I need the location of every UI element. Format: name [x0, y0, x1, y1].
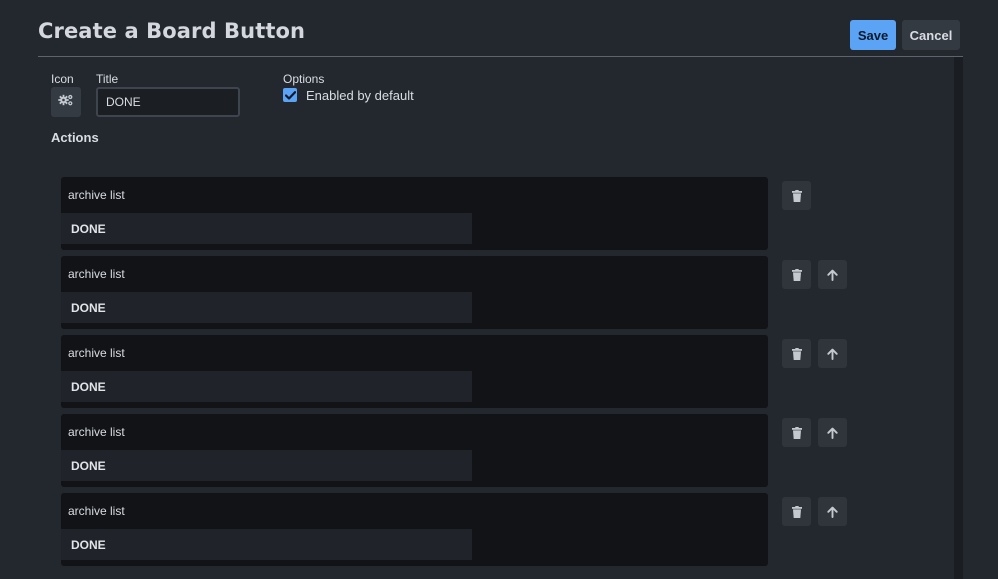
move-up-button[interactable]: [818, 497, 847, 526]
delete-action-button[interactable]: [782, 418, 811, 447]
trash-icon: [791, 347, 802, 360]
arrow-up-icon: [827, 427, 838, 439]
title-input[interactable]: [96, 87, 240, 117]
action-param-field[interactable]: DONE: [61, 371, 472, 402]
actions-heading: Actions: [51, 130, 99, 145]
action-card: archive list DONE: [61, 493, 768, 566]
arrow-up-icon: [827, 348, 838, 360]
gear-icon: [58, 93, 74, 112]
trash-icon: [791, 189, 802, 202]
move-up-button[interactable]: [818, 339, 847, 368]
move-up-button[interactable]: [818, 260, 847, 289]
trash-icon: [791, 505, 802, 518]
action-param-field[interactable]: DONE: [61, 529, 472, 560]
checkmark-icon: [284, 90, 296, 100]
page-title: Create a Board Button: [38, 19, 306, 43]
arrow-up-icon: [827, 269, 838, 281]
action-type-label[interactable]: archive list: [68, 504, 125, 518]
action-card: archive list DONE: [61, 256, 768, 329]
action-card: archive list DONE: [61, 414, 768, 487]
arrow-up-icon: [827, 506, 838, 518]
action-type-label[interactable]: archive list: [68, 346, 125, 360]
enabled-by-default-label: Enabled by default: [306, 88, 414, 103]
action-type-label[interactable]: archive list: [68, 425, 125, 439]
header-divider: [38, 56, 963, 57]
delete-action-button[interactable]: [782, 260, 811, 289]
action-type-label[interactable]: archive list: [68, 267, 125, 281]
trash-icon: [791, 268, 802, 281]
title-label: Title: [96, 72, 119, 86]
move-up-button[interactable]: [818, 418, 847, 447]
icon-label: Icon: [51, 72, 74, 86]
action-param-field[interactable]: DONE: [61, 450, 472, 481]
action-param-field[interactable]: DONE: [61, 292, 472, 323]
delete-action-button[interactable]: [782, 497, 811, 526]
scrollbar[interactable]: [954, 57, 963, 579]
options-label: Options: [283, 72, 325, 86]
action-type-label[interactable]: archive list: [68, 188, 125, 202]
enabled-checkbox[interactable]: [283, 88, 297, 102]
delete-action-button[interactable]: [782, 339, 811, 368]
board-button-dialog: Create a Board Button Save Cancel Icon T…: [0, 0, 998, 579]
action-card: archive list DONE: [61, 335, 768, 408]
icon-picker-button[interactable]: [51, 87, 81, 117]
action-param-field[interactable]: DONE: [61, 213, 472, 244]
trash-icon: [791, 426, 802, 439]
delete-action-button[interactable]: [782, 181, 811, 210]
save-button[interactable]: Save: [850, 20, 896, 50]
action-card: archive list DONE: [61, 177, 768, 250]
cancel-button[interactable]: Cancel: [902, 20, 960, 50]
